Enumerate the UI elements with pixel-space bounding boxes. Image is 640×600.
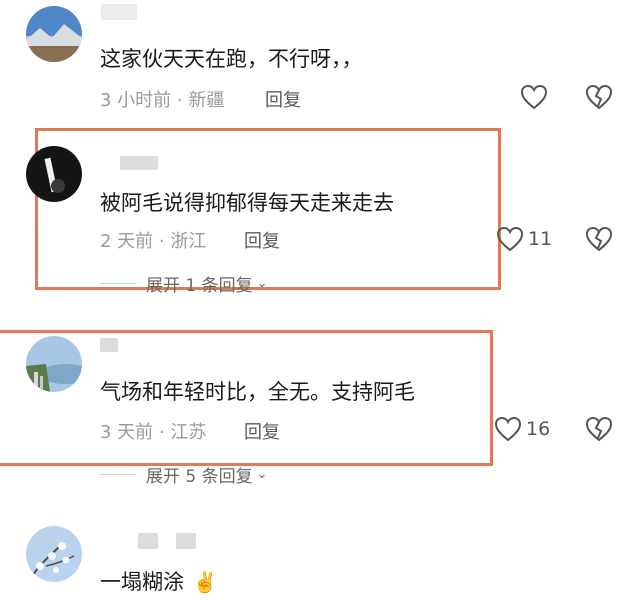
- broken-heart-icon[interactable]: [585, 84, 613, 110]
- chevron-down-icon: ⌄: [256, 276, 268, 291]
- blurred-username: [138, 533, 158, 549]
- heart-outline-icon[interactable]: [496, 226, 524, 252]
- comment-body: 一塌糊涂: [100, 570, 184, 594]
- comment-location: 新疆: [188, 90, 225, 111]
- avatar[interactable]: [26, 146, 82, 202]
- expand-label: 展开 5 条回复: [146, 467, 253, 487]
- expand-replies[interactable]: 展开 5 条回复 ⌄: [100, 462, 268, 487]
- avatar[interactable]: [26, 6, 82, 62]
- meta-separator: ·: [171, 90, 189, 111]
- broken-heart-icon[interactable]: [585, 416, 613, 442]
- avatar[interactable]: [26, 526, 82, 582]
- broken-heart-icon[interactable]: [585, 226, 613, 252]
- victory-hand-emoji: ✌️: [192, 570, 218, 594]
- chevron-down-icon: ⌄: [256, 467, 268, 482]
- reply-button[interactable]: 回复: [244, 418, 280, 444]
- avatar[interactable]: [26, 336, 82, 392]
- like-count: 16: [526, 418, 551, 440]
- comment-meta: 3 天前 · 江苏: [100, 418, 206, 444]
- like-count: 11: [528, 228, 553, 250]
- heart-outline-icon[interactable]: [494, 416, 522, 442]
- blurred-username: [120, 156, 158, 170]
- comment-time: 3 天前: [100, 422, 154, 443]
- comment-time: 2 天前: [100, 231, 154, 252]
- comment-text: 气场和年轻时比，全无。支持阿毛: [100, 380, 415, 404]
- reply-button[interactable]: 回复: [265, 86, 301, 112]
- comment-location: 江苏: [170, 422, 207, 443]
- comment-meta: 3 小时前 · 新疆: [100, 86, 224, 112]
- meta-separator: ·: [153, 231, 171, 252]
- expand-divider: [100, 283, 136, 284]
- expand-label: 展开 1 条回复: [146, 276, 253, 296]
- blurred-username: [101, 4, 137, 20]
- comment-text: 被阿毛说得抑郁得每天走来走去: [100, 191, 394, 215]
- comment-meta: 2 天前 · 浙江: [100, 227, 206, 253]
- comment-location: 浙江: [170, 231, 207, 252]
- heart-outline-icon[interactable]: [520, 84, 548, 110]
- comment-text: 一塌糊涂 ✌️: [100, 566, 218, 596]
- comment-time: 3 小时前: [100, 90, 172, 111]
- comment-text: 这家伙天天在跑，不行呀，，: [100, 47, 363, 71]
- meta-separator: ·: [153, 422, 171, 443]
- reply-button[interactable]: 回复: [244, 227, 280, 253]
- expand-replies[interactable]: 展开 1 条回复 ⌄: [100, 271, 268, 296]
- blurred-username: [100, 338, 118, 352]
- expand-divider: [100, 474, 136, 475]
- blurred-username: [176, 533, 196, 549]
